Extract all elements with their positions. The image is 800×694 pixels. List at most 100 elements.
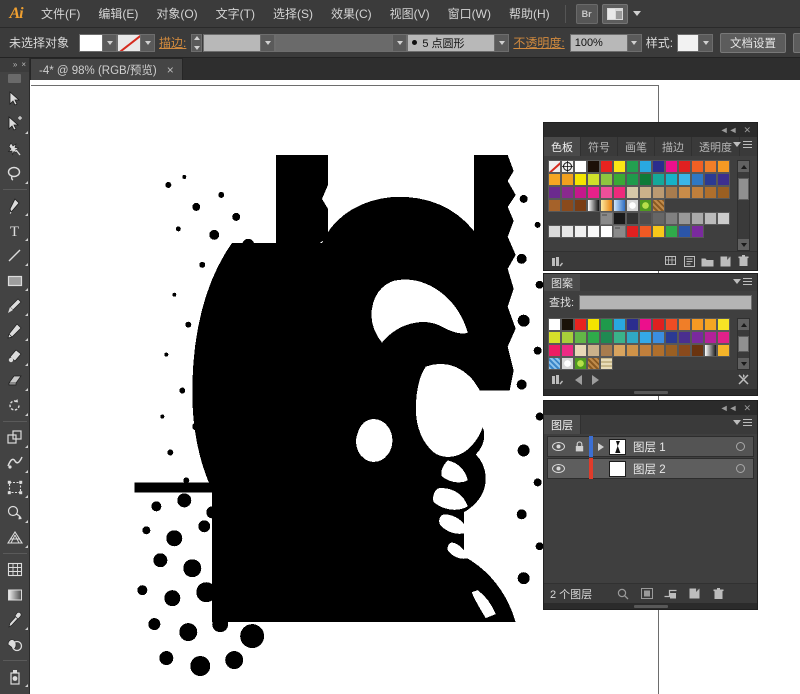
- swatch-cell[interactable]: [600, 238, 613, 251]
- swatches-scrollbar[interactable]: [737, 160, 750, 251]
- swatch-cell[interactable]: [548, 344, 561, 357]
- next-icon[interactable]: [592, 374, 599, 385]
- swatch-cell[interactable]: [600, 344, 613, 357]
- stroke-weight-control[interactable]: [191, 33, 276, 52]
- swatch-cell[interactable]: [626, 225, 639, 238]
- stroke-weight-dropdown-icon[interactable]: [261, 33, 276, 52]
- swatch-cell[interactable]: [561, 357, 574, 370]
- swatch-cell[interactable]: [639, 199, 652, 212]
- direct-selection-tool[interactable]: [0, 111, 30, 136]
- swatch-cell[interactable]: [613, 357, 626, 370]
- swatch-cell[interactable]: [587, 357, 600, 370]
- swatch-cell[interactable]: [678, 318, 691, 331]
- brush-definition-dropdown-icon[interactable]: [495, 33, 510, 52]
- swatch-cell[interactable]: [639, 173, 652, 186]
- lasso-tool[interactable]: [0, 161, 30, 186]
- swatch-cell[interactable]: [600, 225, 613, 238]
- tab-brushes[interactable]: 画笔: [618, 137, 655, 156]
- panel-menu-icon[interactable]: [733, 278, 752, 285]
- free-transform-tool[interactable]: [0, 475, 30, 500]
- eraser-tool[interactable]: [0, 368, 30, 393]
- tab-swatches[interactable]: 色板: [544, 137, 581, 156]
- type-tool[interactable]: T: [0, 218, 30, 243]
- menu-file[interactable]: 文件(F): [32, 0, 89, 28]
- close-icon[interactable]: ×: [21, 61, 26, 69]
- swatch-cell[interactable]: [613, 225, 626, 238]
- menu-view[interactable]: 视图(V): [381, 0, 439, 28]
- swatch-cell[interactable]: [652, 331, 665, 344]
- menu-window[interactable]: 窗口(W): [439, 0, 500, 28]
- blend-tool[interactable]: [0, 632, 30, 657]
- swatch-cell[interactable]: [717, 173, 730, 186]
- swatch-cell[interactable]: [691, 199, 704, 212]
- swatch-cell[interactable]: [704, 225, 717, 238]
- swatch-cell[interactable]: [717, 186, 730, 199]
- graphic-style-dropdown-icon[interactable]: [699, 33, 714, 52]
- stroke-dropdown-icon[interactable]: [141, 33, 156, 52]
- swatch-cell[interactable]: [548, 199, 561, 212]
- stroke-weight-stepper[interactable]: [191, 33, 203, 52]
- opacity-label[interactable]: 不透明度:: [513, 34, 564, 51]
- swatch-cell[interactable]: [587, 344, 600, 357]
- stroke-weight-label[interactable]: 描边:: [159, 34, 186, 51]
- menu-edit[interactable]: 编辑(E): [89, 0, 147, 28]
- gradient-tool[interactable]: [0, 582, 30, 607]
- swatch-cell[interactable]: [561, 160, 574, 173]
- swatch-cell[interactable]: [600, 199, 613, 212]
- swatch-cell[interactable]: [665, 225, 678, 238]
- swatch-cell[interactable]: [704, 212, 717, 225]
- swatch-cell[interactable]: [548, 186, 561, 199]
- fill-color-control[interactable]: [79, 33, 118, 52]
- paintbrush-tool[interactable]: [0, 293, 30, 318]
- swatch-cell[interactable]: [652, 199, 665, 212]
- swatch-cell[interactable]: [639, 186, 652, 199]
- swatch-cell[interactable]: [613, 344, 626, 357]
- swatch-cell[interactable]: [704, 160, 717, 173]
- swatch-cell[interactable]: [691, 212, 704, 225]
- tab-stroke[interactable]: 描边: [655, 137, 692, 156]
- tab-symbols[interactable]: 符号: [581, 137, 618, 156]
- swatch-cell[interactable]: [704, 318, 717, 331]
- swatch-cell[interactable]: [678, 344, 691, 357]
- swatch-cell[interactable]: [613, 331, 626, 344]
- layer-name[interactable]: 图层 1: [633, 439, 727, 455]
- layer-target-indicator[interactable]: [727, 442, 753, 451]
- swatch-cell[interactable]: [691, 331, 704, 344]
- swatch-cell[interactable]: [587, 186, 600, 199]
- swatch-cell[interactable]: [691, 225, 704, 238]
- stroke-profile-control[interactable]: [275, 33, 408, 52]
- locate-object-icon[interactable]: [615, 587, 630, 601]
- document-setup-button[interactable]: 文档设置: [720, 32, 787, 53]
- scroll-thumb[interactable]: [738, 336, 749, 352]
- swatch-cell[interactable]: [574, 199, 587, 212]
- panel-menu-icon[interactable]: [733, 141, 752, 148]
- stroke-weight-field[interactable]: [203, 33, 262, 52]
- brush-definition-control[interactable]: 5 点圆形: [407, 33, 510, 52]
- swatch-cell[interactable]: [626, 212, 639, 225]
- swatch-cell[interactable]: [704, 344, 717, 357]
- swatch-cell[interactable]: [652, 344, 665, 357]
- swatch-cell[interactable]: [678, 199, 691, 212]
- swatch-cell[interactable]: [574, 344, 587, 357]
- swatch-cell[interactable]: [652, 212, 665, 225]
- layer-target-indicator[interactable]: [727, 464, 753, 473]
- swatch-cell[interactable]: [704, 186, 717, 199]
- swatch-cell[interactable]: [678, 225, 691, 238]
- swatch-libraries-icon[interactable]: [550, 254, 565, 268]
- layer-lock-toggle[interactable]: [569, 441, 589, 452]
- tab-pattern[interactable]: 图案: [544, 274, 580, 291]
- close-icon[interactable]: ✕: [743, 125, 751, 135]
- opacity-field[interactable]: 100%: [569, 33, 628, 52]
- layer-visibility-toggle[interactable]: [548, 464, 569, 473]
- swatch-cell[interactable]: [717, 318, 730, 331]
- swatch-cell[interactable]: [639, 160, 652, 173]
- swatch-cell[interactable]: [574, 331, 587, 344]
- scroll-down-icon[interactable]: [738, 358, 749, 369]
- document-tab[interactable]: -4* @ 98% (RGB/预览) ×: [30, 58, 183, 80]
- swatch-cell[interactable]: [561, 225, 574, 238]
- swatch-cell[interactable]: [652, 318, 665, 331]
- menu-type[interactable]: 文字(T): [207, 0, 264, 28]
- swatch-cell[interactable]: [639, 225, 652, 238]
- swatch-cell[interactable]: [626, 160, 639, 173]
- swatch-cell[interactable]: [639, 331, 652, 344]
